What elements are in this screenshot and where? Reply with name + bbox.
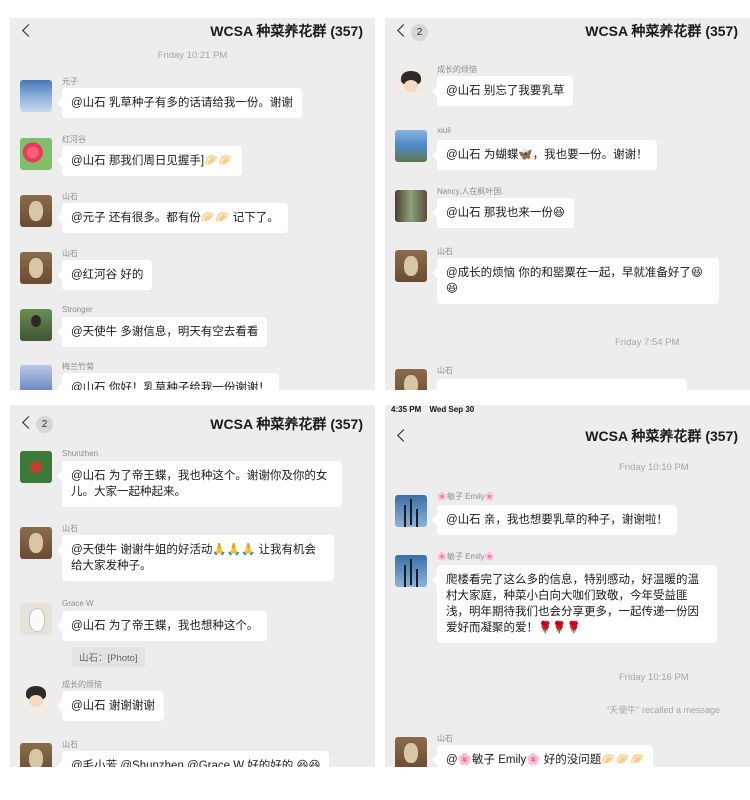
message-bubble[interactable]: @天使牛 谢谢牛姐的好活动🙏🙏🙏 让我有机会给大家发种子。 [57,535,334,581]
sender-name: 成长的烦恼 [62,680,102,689]
message-bubble[interactable]: @山石 谢谢谢谢 [57,691,164,721]
sender-name: 成长的烦恼 [437,65,477,74]
sender-name: 🌸敏子 Emily🌸 [437,492,495,501]
unread-badge: 2 [411,24,428,41]
message-bubble[interactable]: @山石 乳草种子有多的话请给我一份。谢谢 [57,88,302,118]
avatar[interactable] [395,190,427,222]
status-time: 4:35 PM [391,405,422,414]
sender-name: 山石 [62,524,78,533]
avatar[interactable] [20,138,52,170]
chat-panel-1: WCSA 种菜养花群 (357) Friday 10:21 PM 元子 @山石 … [10,18,375,390]
timestamp: Friday 10:16 PM [619,672,689,683]
group-title: WCSA 种菜养花群 (357) [210,23,363,39]
avatar[interactable] [20,527,52,559]
status-bar: 4:35 PM Wed Sep 30 [385,405,750,415]
avatar[interactable] [395,68,427,100]
avatar[interactable] [395,130,427,162]
message-bubble[interactable] [432,379,687,390]
message-bubble[interactable]: 爬楼看完了这么多的信息，特别感动，好温暖的温村大家庭，种菜小白向大咖们致敬，今年… [432,565,717,643]
message-bubble[interactable]: @天使牛 多谢信息，明天有空去看看 [56,317,268,347]
sender-name: 红河谷 [62,135,86,144]
chat-panel-2: 2 WCSA 种菜养花群 (357) 成长的烦恼 @山石 别忘了我要乳草 xiu… [385,18,750,390]
chat-header: 2 WCSA 种菜养花群 (357) [10,405,375,435]
avatar[interactable] [20,195,52,227]
message-bubble[interactable]: @山石 那我也来一份😆 [432,198,574,228]
avatar[interactable] [20,365,52,390]
avatar[interactable] [20,743,52,767]
timestamp: Friday 7:54 PM [615,337,680,348]
sender-name: 山石 [437,734,453,743]
message-bubble[interactable]: @毛小芳 @Shunzhen @Grace W 好的好的 😆😆 [56,751,330,767]
avatar[interactable] [20,80,52,112]
chat-header: WCSA 种菜养花群 (357) [385,417,750,453]
sender-name: xiuli [437,126,451,135]
status-date: Wed Sep 30 [429,405,475,414]
back-arrow-icon[interactable] [395,21,411,39]
sender-name: 山石 [62,192,78,201]
chat-panel-4: 4:35 PM Wed Sep 30 WCSA 种菜养花群 (357) Frid… [385,405,750,767]
sender-name: Grace W [62,599,94,608]
message-bubble[interactable]: @元子 还有很多。都有份🥟🥟 记下了。 [57,203,288,233]
sender-name: 🌸敏子 Emily🌸 [437,552,495,561]
back-arrow-icon[interactable] [20,413,36,431]
sender-name: 山石 [437,366,453,375]
avatar[interactable] [395,737,427,767]
sender-name: Stronger [62,305,93,314]
chat-header: WCSA 种菜养花群 (357) [10,18,375,48]
avatar[interactable] [20,683,52,715]
message-bubble[interactable]: @山石 亲，我也想要乳草的种子，谢谢啦！ [432,505,677,535]
message-bubble[interactable]: @山石 为蝴蝶🦋，我也要一份。谢谢！ [432,140,657,170]
avatar[interactable] [395,495,427,527]
message-bubble[interactable]: @山石 别忘了我要乳草 [431,76,574,106]
message-bubble[interactable]: @🌸敏子 Emily🌸 好的没问题🥟🥟🥟 [431,745,654,767]
avatar[interactable] [20,252,52,284]
message-bubble[interactable]: @山石 你好！乳草种子给我一份谢谢！ [57,373,279,390]
quoted-reply[interactable]: 山石：[Photo] [72,647,145,667]
timestamp: Friday 10:10 PM [619,462,689,473]
avatar[interactable] [395,369,427,390]
chat-header: 2 WCSA 种菜养花群 (357) [385,18,750,48]
sender-name: 山石 [62,249,78,258]
timestamp: Friday 10:21 PM [157,50,228,61]
group-title: WCSA 种菜养花群 (357) [210,416,363,432]
avatar[interactable] [20,451,52,483]
message-bubble[interactable]: @成长的烦恼 你的和罂粟在一起，早就准备好了😆😆 [432,258,719,304]
chat-panel-3: 2 WCSA 种菜养花群 (357) Shunzhen @山石 为了帝王蝶，我也… [10,405,375,767]
back-arrow-icon[interactable] [20,21,36,39]
message-bubble[interactable]: @山石 为了帝王蝶，我也想种这个。 [56,611,268,641]
message-bubble[interactable]: @山石 那我们周日见握手]🥟🥟 [57,146,242,176]
sender-name: 山石 [62,740,78,749]
message-bubble[interactable]: @红河谷 好的 [56,260,153,290]
back-arrow-icon[interactable] [395,426,411,444]
sender-name: 元子 [62,77,78,86]
avatar[interactable] [395,555,427,587]
sender-name: Shunzhen [62,449,99,458]
recall-notice: "天使牛" recalled a message [606,705,720,715]
unread-badge: 2 [36,416,53,433]
sender-name: 山石 [437,247,453,256]
group-title: WCSA 种菜养花群 (357) [585,428,738,444]
avatar[interactable] [20,309,52,341]
sender-name: Nancy.人在枫叶国. [437,187,504,196]
message-bubble[interactable]: @山石 为了帝王蝶，我也种这个。谢谢你及你的女儿。大家一起种起来。 [57,461,342,507]
group-title: WCSA 种菜养花群 (357) [585,23,738,39]
avatar[interactable] [20,603,52,635]
avatar[interactable] [395,250,427,282]
sender-name: 梅兰竹菊 [62,362,94,371]
